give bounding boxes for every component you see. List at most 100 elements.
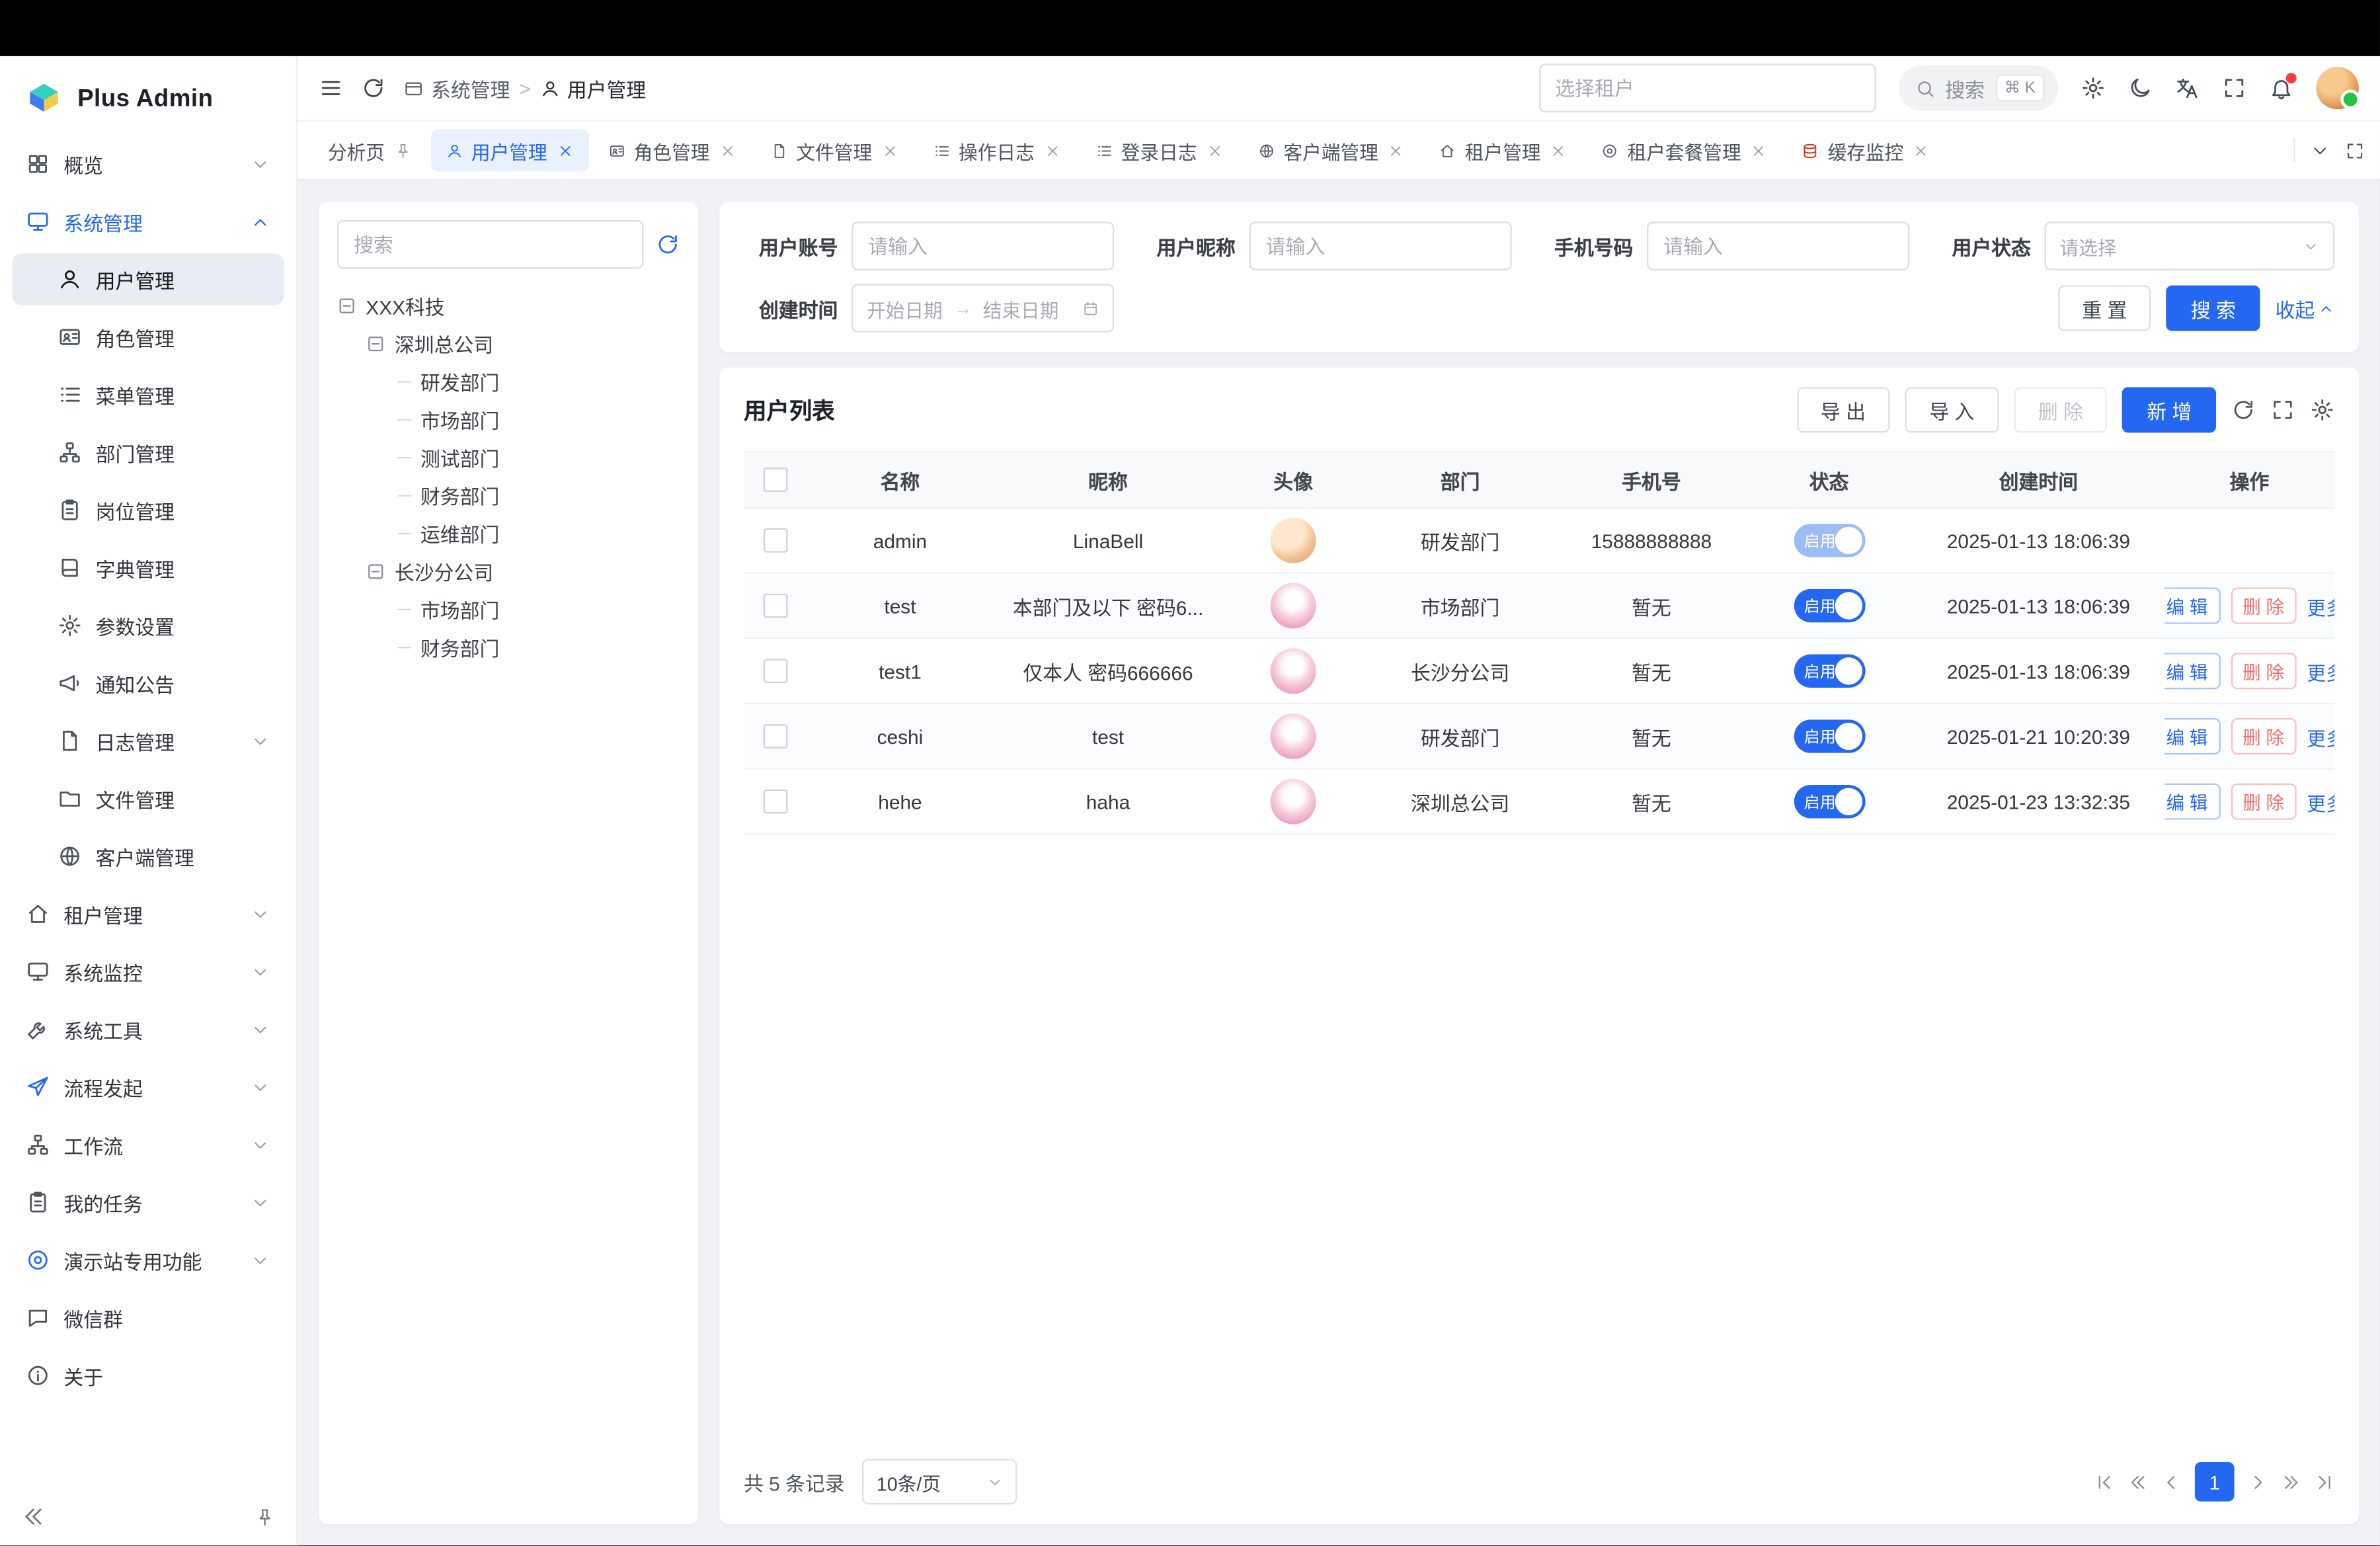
tree-refresh-icon[interactable]: [656, 232, 680, 257]
edit-button[interactable]: 编 辑: [2164, 653, 2220, 689]
sidebar-item-departments[interactable]: 部门管理: [12, 427, 284, 478]
sidebar-item-tenants[interactable]: 租户管理: [12, 888, 284, 940]
add-button[interactable]: 新 增: [2123, 387, 2216, 432]
sidebar-item-monitoring[interactable]: 系统监控: [12, 946, 284, 997]
close-icon[interactable]: [1044, 142, 1060, 159]
tenant-select-input[interactable]: [1538, 63, 1876, 112]
prev-jump-icon[interactable]: [2128, 1472, 2148, 1492]
tab-operation-log[interactable]: 操作日志: [918, 129, 1076, 171]
reset-button[interactable]: 重 置: [2058, 286, 2151, 331]
tree-node-leaf[interactable]: 财务部门: [337, 477, 680, 514]
app-logo[interactable]: Plus Admin: [0, 56, 296, 135]
hamburger-menu-icon[interactable]: [319, 76, 343, 101]
select-all-checkbox[interactable]: [764, 468, 788, 492]
edit-button[interactable]: 编 辑: [2164, 784, 2220, 820]
tree-node-leaf[interactable]: 测试部门: [337, 439, 680, 477]
close-icon[interactable]: [1206, 142, 1222, 159]
delete-button[interactable]: 删 除: [2231, 588, 2297, 624]
tab-login-log[interactable]: 登录日志: [1080, 129, 1238, 171]
search-button[interactable]: 搜 索: [2166, 286, 2260, 331]
close-icon[interactable]: [1750, 142, 1766, 159]
bell-icon[interactable]: [2269, 76, 2293, 101]
tree-node-leaf[interactable]: 市场部门: [337, 590, 680, 628]
sidebar-item-logs[interactable]: 日志管理: [12, 715, 284, 766]
table-fullscreen-icon[interactable]: [2271, 398, 2295, 423]
close-icon[interactable]: [557, 142, 573, 159]
tab-tenant-management[interactable]: 租户管理: [1424, 129, 1582, 171]
tab-analysis[interactable]: 分析页: [313, 129, 426, 171]
table-settings-icon[interactable]: [2310, 398, 2334, 423]
row-checkbox[interactable]: [764, 724, 788, 749]
breadcrumb-system[interactable]: 系统管理: [404, 73, 510, 102]
tree-node-root[interactable]: XXX科技: [337, 287, 680, 325]
status-select[interactable]: 请选择: [2045, 222, 2335, 270]
tab-file-management[interactable]: 文件管理: [755, 129, 913, 171]
first-page-icon[interactable]: [2094, 1472, 2114, 1492]
pin-icon[interactable]: [394, 142, 411, 159]
row-checkbox[interactable]: [764, 659, 788, 683]
sidebar-item-system[interactable]: 系统管理: [12, 196, 284, 247]
more-button[interactable]: 更多: [2307, 657, 2334, 686]
phone-input[interactable]: [1647, 222, 1909, 270]
sidebar-item-tools[interactable]: 系统工具: [12, 1004, 284, 1055]
tree-node-branch[interactable]: 深圳总公司: [337, 325, 680, 362]
tree-node-leaf[interactable]: 运维部门: [337, 514, 680, 552]
collapse-node-icon[interactable]: [366, 561, 385, 581]
table-refresh-icon[interactable]: [2231, 398, 2256, 423]
tree-node-leaf[interactable]: 研发部门: [337, 363, 680, 401]
sidebar-item-menus[interactable]: 菜单管理: [12, 369, 284, 421]
collapse-sidebar-icon[interactable]: [21, 1504, 46, 1529]
sidebar-item-notices[interactable]: 通知公告: [12, 657, 284, 709]
sidebar-item-users[interactable]: 用户管理: [12, 253, 284, 305]
sidebar-item-about[interactable]: 关于: [12, 1350, 284, 1401]
batch-delete-button[interactable]: 删 除: [2014, 387, 2107, 432]
created-date-range[interactable]: 开始日期 → 结束日期: [852, 284, 1114, 332]
sidebar-item-process-start[interactable]: 流程发起: [12, 1061, 284, 1113]
close-icon[interactable]: [719, 142, 735, 159]
fullscreen-icon[interactable]: [2222, 76, 2246, 101]
status-toggle[interactable]: 启用: [1794, 785, 1865, 819]
last-page-icon[interactable]: [2315, 1472, 2334, 1492]
collapse-filter-link[interactable]: 收起: [2276, 294, 2335, 323]
user-avatar[interactable]: [2317, 67, 2359, 109]
collapse-node-icon[interactable]: [366, 334, 385, 354]
next-jump-icon[interactable]: [2281, 1472, 2301, 1492]
sidebar-item-roles[interactable]: 角色管理: [12, 311, 284, 363]
tab-user-management[interactable]: 用户管理: [430, 129, 588, 171]
row-checkbox[interactable]: [764, 594, 788, 618]
translate-icon[interactable]: [2175, 76, 2200, 101]
tree-node-leaf[interactable]: 市场部门: [337, 401, 680, 438]
collapse-node-icon[interactable]: [337, 296, 357, 316]
close-icon[interactable]: [1913, 142, 1929, 159]
tab-client-management[interactable]: 客户端管理: [1242, 129, 1419, 171]
delete-button[interactable]: 删 除: [2231, 653, 2297, 689]
tree-node-branch[interactable]: 长沙分公司: [337, 553, 680, 590]
next-page-icon[interactable]: [2248, 1472, 2268, 1492]
sidebar-item-clients[interactable]: 客户端管理: [12, 831, 284, 882]
close-icon[interactable]: [1388, 142, 1404, 159]
sidebar-item-workflow[interactable]: 工作流: [12, 1119, 284, 1170]
global-search-button[interactable]: 搜索 ⌘ K: [1898, 65, 2058, 111]
prev-page-icon[interactable]: [2161, 1472, 2181, 1492]
tabs-more-icon[interactable]: [2310, 140, 2330, 160]
current-page[interactable]: 1: [2195, 1462, 2235, 1502]
content-fullscreen-icon[interactable]: [2345, 140, 2365, 160]
account-input[interactable]: [852, 222, 1114, 270]
sidebar-item-parameters[interactable]: 参数设置: [12, 600, 284, 651]
edit-button[interactable]: 编 辑: [2164, 588, 2220, 624]
edit-button[interactable]: 编 辑: [2164, 718, 2220, 754]
status-toggle[interactable]: 启用: [1794, 589, 1865, 623]
tab-cache-monitor[interactable]: 缓存监控: [1787, 129, 1945, 171]
dark-mode-icon[interactable]: [2128, 76, 2153, 101]
status-toggle[interactable]: 启用: [1794, 524, 1865, 557]
sidebar-item-wechat-group[interactable]: 微信群: [12, 1292, 284, 1344]
more-button[interactable]: 更多: [2307, 787, 2334, 816]
close-icon[interactable]: [881, 142, 898, 159]
status-toggle[interactable]: 启用: [1794, 719, 1865, 753]
sidebar-item-files[interactable]: 文件管理: [12, 773, 284, 825]
tab-role-management[interactable]: 角色管理: [593, 129, 751, 171]
delete-button[interactable]: 删 除: [2231, 718, 2297, 754]
close-icon[interactable]: [1550, 142, 1566, 159]
page-size-select[interactable]: 10条/页: [863, 1459, 1017, 1504]
import-button[interactable]: 导 入: [1905, 387, 1999, 432]
